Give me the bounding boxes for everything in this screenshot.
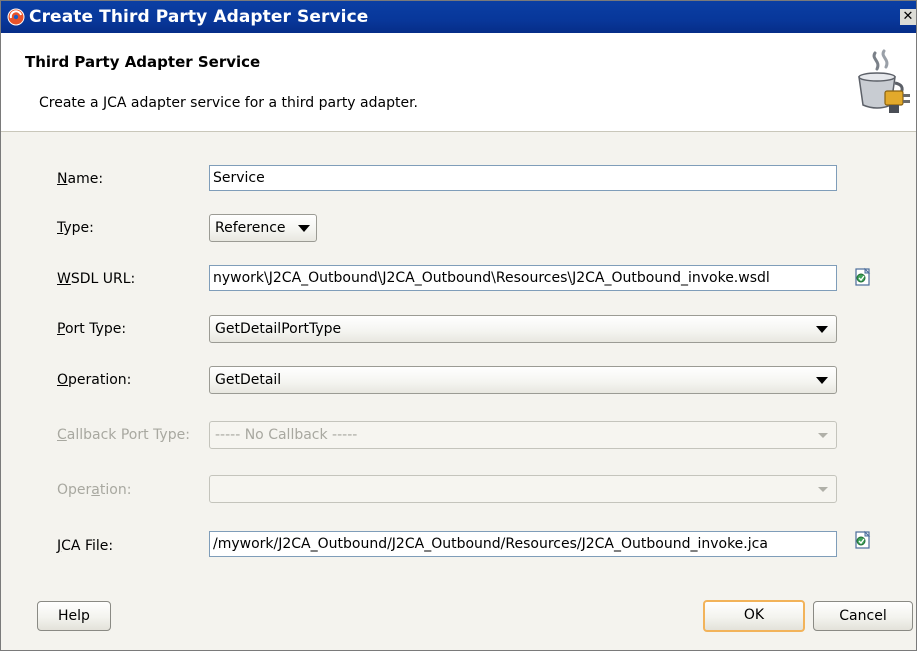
- name-label-text: ame:: [67, 171, 104, 187]
- oracle-jdeveloper-icon: [7, 8, 25, 26]
- operation-label: Operation:: [57, 372, 132, 388]
- cancel-button[interactable]: Cancel: [813, 601, 913, 631]
- port-type-dropdown-value: GetDetailPortType: [215, 321, 342, 337]
- operation-dropdown-value: GetDetail: [215, 372, 282, 388]
- callback-operation-dropdown: [209, 475, 837, 503]
- name-field[interactable]: Service: [209, 165, 837, 191]
- callback-port-type-dropdown-value: ----- No Callback -----: [215, 427, 358, 443]
- page-description: Create a JCA adapter service for a third…: [39, 95, 418, 111]
- type-dropdown[interactable]: Reference: [209, 214, 317, 242]
- chevron-down-icon: [816, 326, 828, 333]
- ok-button[interactable]: OK: [703, 600, 805, 632]
- name-field-value: Service: [213, 170, 265, 186]
- jca-file-label: JCA File:: [57, 538, 114, 554]
- browse-jca-icon[interactable]: [853, 530, 873, 550]
- close-button[interactable]: ✕: [900, 9, 916, 25]
- window-title: Create Third Party Adapter Service: [29, 7, 369, 27]
- wsdl-url-label: WSDL URL:: [57, 271, 136, 287]
- title-bar[interactable]: Create Third Party Adapter Service ✕: [1, 1, 916, 33]
- chevron-down-icon: [818, 487, 828, 492]
- browse-wsdl-icon[interactable]: [853, 267, 873, 287]
- chevron-down-icon: [818, 433, 828, 438]
- callback-operation-label: Operation:: [57, 482, 132, 498]
- help-button[interactable]: Help: [37, 601, 111, 631]
- wsdl-url-field-value: nywork\J2CA_Outbound\J2CA_Outbound\Resou…: [213, 270, 770, 286]
- type-dropdown-value: Reference: [215, 220, 286, 236]
- callback-port-type-dropdown: ----- No Callback -----: [209, 421, 837, 449]
- wsdl-url-field[interactable]: nywork\J2CA_Outbound\J2CA_Outbound\Resou…: [209, 265, 837, 291]
- jca-file-field-value: /mywork/J2CA_Outbound/J2CA_Outbound/Reso…: [213, 536, 768, 552]
- jca-file-field[interactable]: /mywork/J2CA_Outbound/J2CA_Outbound/Reso…: [209, 531, 837, 557]
- close-icon: ✕: [902, 9, 914, 24]
- operation-dropdown[interactable]: GetDetail: [209, 366, 837, 394]
- page-heading: Third Party Adapter Service: [25, 53, 261, 71]
- port-type-dropdown[interactable]: GetDetailPortType: [209, 315, 837, 343]
- create-third-party-adapter-service-dialog: Create Third Party Adapter Service ✕ Thi…: [0, 0, 917, 651]
- callback-port-type-label: Callback Port Type:: [57, 427, 190, 443]
- adapter-wizard-icon: [858, 49, 910, 113]
- chevron-down-icon: [298, 225, 310, 232]
- name-label: Name:: [57, 171, 104, 187]
- port-type-label: Port Type:: [57, 321, 127, 337]
- header-panel: Third Party Adapter Service Create a JCA…: [1, 33, 916, 132]
- chevron-down-icon: [816, 377, 828, 384]
- type-label: Type:: [57, 220, 94, 236]
